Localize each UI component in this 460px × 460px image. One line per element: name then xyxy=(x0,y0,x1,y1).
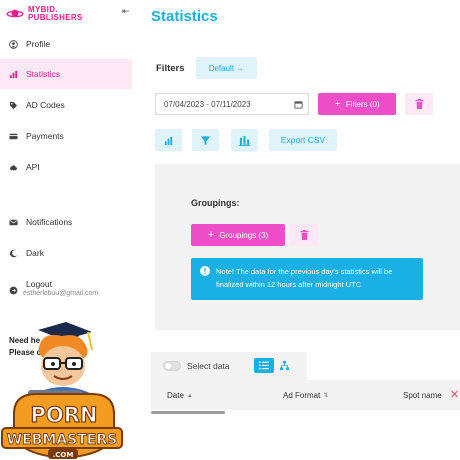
sidebar-item-label: Statistics xyxy=(26,69,61,79)
groupings-button[interactable]: + Groupings (3) xyxy=(191,224,285,246)
bar-chart-icon xyxy=(9,70,18,79)
sidebar-item-label: Payments xyxy=(26,131,64,141)
default-preset-button[interactable]: Default → xyxy=(196,57,257,79)
mascot-badge-image: PORN WEBMASTERS .COM xyxy=(1,322,123,460)
date-range-value: 07/04/2023 - 07/11/2023 xyxy=(164,99,251,109)
column-header-spot-name[interactable]: Spot name xyxy=(403,391,442,400)
select-data-bar: Select data xyxy=(151,352,307,380)
chart-view-button[interactable] xyxy=(155,129,182,151)
user-circle-icon xyxy=(9,39,18,49)
moon-icon xyxy=(9,249,18,258)
info-note-text: Note! The data for the previous day's st… xyxy=(216,267,393,289)
filter-button[interactable] xyxy=(192,129,219,151)
sort-asc-icon: ▲ xyxy=(186,392,193,399)
list-view-button[interactable] xyxy=(254,358,274,373)
table-header: Date ▲ Ad Format ⇅ Spot name ✕ xyxy=(151,380,460,410)
badge-sub-text: .COM xyxy=(53,451,74,459)
sidebar-item-label: Logout xyxy=(26,279,52,289)
sidebar-item-ad-codes[interactable]: AD Codes xyxy=(0,90,132,120)
trash-icon xyxy=(415,99,423,109)
sidebar-item-label: AD Codes xyxy=(26,100,65,110)
tree-view-button[interactable] xyxy=(277,358,291,373)
export-csv-button[interactable]: Export CSV xyxy=(269,129,337,151)
filters-button-label: Filters (0) xyxy=(345,99,380,109)
sidebar-item-label: Notifications xyxy=(26,217,73,227)
bar-chart-icon xyxy=(164,136,173,145)
groupings-button-label: Groupings (3) xyxy=(219,230,269,240)
plus-icon: + xyxy=(334,98,341,110)
filters-label: Filters xyxy=(156,63,185,74)
sidebar-item-dark[interactable]: Dark xyxy=(0,238,132,268)
info-note: Note! The data for the previous day's st… xyxy=(191,258,423,300)
collapse-arrow-icon[interactable]: ⇤ xyxy=(122,6,130,17)
calendar-icon[interactable] xyxy=(294,100,303,109)
sort-icon: ⇅ xyxy=(323,393,329,399)
select-data-label: Select data xyxy=(187,361,230,371)
sidebar-item-statistics[interactable]: Statistics xyxy=(0,59,132,89)
trash-icon xyxy=(300,230,308,240)
horizontal-scrollbar[interactable] xyxy=(151,411,225,414)
user-email: estherkibuu@gmail.com xyxy=(23,290,99,297)
brand-logo[interactable]: MYBID. PUBLISHERS xyxy=(6,6,83,22)
sidebar-item-label: Dark xyxy=(26,248,44,258)
page-title: Statistics xyxy=(151,8,218,25)
sidebar-item-profile[interactable]: Profile xyxy=(0,29,132,59)
cloud-icon xyxy=(9,163,18,172)
hierarchy-icon xyxy=(279,361,289,370)
select-data-toggle[interactable] xyxy=(163,361,181,371)
columns-button[interactable] xyxy=(231,129,258,151)
sidebar-item-api[interactable]: API xyxy=(0,152,132,182)
groupings-panel xyxy=(155,164,460,330)
planet-logo-icon xyxy=(6,9,24,18)
info-icon xyxy=(200,266,210,276)
filters-button[interactable]: + Filters (0) xyxy=(318,93,396,115)
column-header-date[interactable]: Date ▲ xyxy=(167,391,193,400)
badge-bottom-text: WEBMASTERS xyxy=(7,432,118,448)
sidebar-item-label: Profile xyxy=(26,39,51,49)
mail-icon xyxy=(9,218,18,227)
column-header-ad-format[interactable]: Ad Format ⇅ xyxy=(283,391,328,400)
card-icon xyxy=(9,132,18,141)
columns-chart-icon xyxy=(239,135,250,146)
clear-filters-button[interactable] xyxy=(405,93,433,115)
sidebar-item-payments[interactable]: Payments xyxy=(0,121,132,151)
sidebar-item-label: API xyxy=(26,162,40,172)
date-range-input[interactable]: 07/04/2023 - 07/11/2023 xyxy=(155,93,309,115)
remove-column-icon[interactable]: ✕ xyxy=(450,388,459,401)
badge-top-text: PORN xyxy=(31,403,98,427)
plus-icon: + xyxy=(207,229,215,241)
tag-icon xyxy=(9,101,18,110)
groupings-label: Groupings: xyxy=(191,198,240,208)
brand-name: MYBID. PUBLISHERS xyxy=(28,5,83,22)
list-icon xyxy=(259,361,269,370)
clear-groupings-button[interactable] xyxy=(290,224,318,246)
sidebar-item-notifications[interactable]: Notifications xyxy=(0,207,132,237)
funnel-icon xyxy=(200,135,211,145)
logout-icon xyxy=(9,286,18,295)
